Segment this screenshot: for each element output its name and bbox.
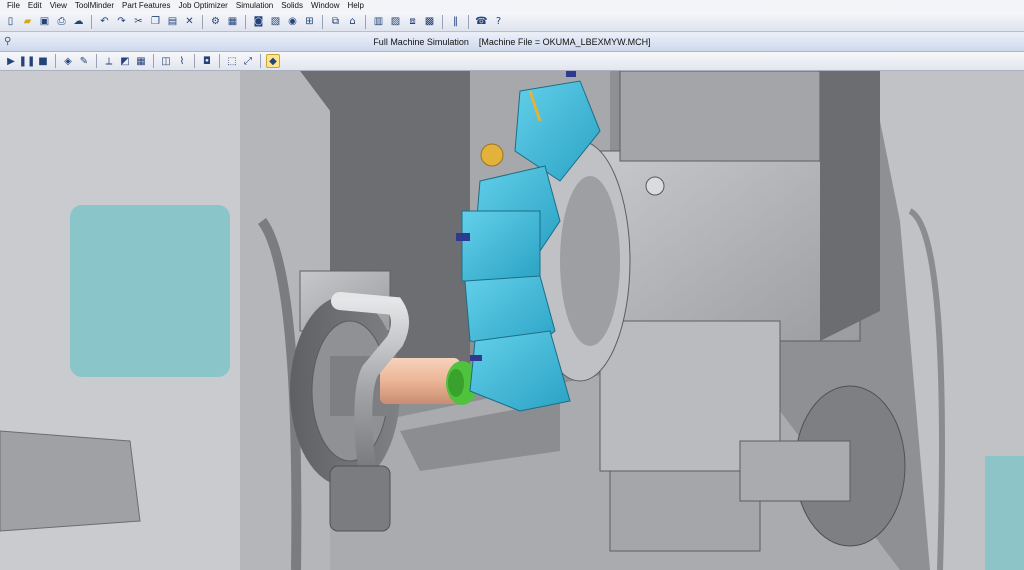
panel-icon[interactable]: ‖ (448, 14, 463, 29)
save-icon[interactable]: ▣ (37, 14, 52, 29)
machined-face (448, 369, 464, 397)
redo-icon[interactable]: ↷ (114, 14, 129, 29)
stop-icon[interactable]: ■ (36, 54, 50, 68)
pencil-icon[interactable]: ✎ (77, 54, 91, 68)
toolbar-divider (260, 54, 261, 68)
gear-icon[interactable]: ◙ (251, 14, 266, 29)
export-icon[interactable]: ▥ (371, 14, 386, 29)
tile-icon[interactable]: ▨ (388, 14, 403, 29)
split-icon[interactable]: ⧈ (405, 14, 420, 29)
help-icon[interactable]: ? (491, 14, 506, 29)
menu-simulation[interactable]: Simulation (232, 0, 277, 12)
simulation-viewport[interactable] (0, 71, 1024, 570)
coolant-nozzle-block (329, 465, 391, 532)
clamp-icon[interactable]: ◫ (159, 54, 173, 68)
toolbar-divider (442, 14, 443, 29)
collision-icon[interactable]: ◆ (266, 54, 280, 68)
view-switch-icon[interactable]: ▩ (422, 14, 437, 29)
grid-icon[interactable]: ⊞ (302, 14, 317, 29)
menu-job-optimizer[interactable]: Job Optimizer (175, 0, 232, 12)
section-icon[interactable]: ◩ (118, 54, 132, 68)
undo-icon[interactable]: ↶ (97, 14, 112, 29)
machine-3d-scene (0, 71, 1024, 570)
menu-bar: File Edit View ToolMinder Part Features … (0, 0, 1024, 12)
toolbar-divider (96, 54, 97, 68)
toolbar-divider (194, 54, 195, 68)
window-title: Full Machine Simulation [Machine File = … (0, 37, 1024, 47)
toolbar-divider (153, 54, 154, 68)
tools-icon[interactable]: ✕ (182, 14, 197, 29)
window-title-text: Full Machine Simulation (373, 37, 469, 47)
turret-column-side (820, 71, 880, 341)
right-window-glass (985, 456, 1024, 570)
table-icon[interactable]: ▦ (134, 54, 148, 68)
new-file-icon[interactable]: ▯ (3, 14, 18, 29)
play-icon[interactable]: ▶ (4, 54, 18, 68)
fit-icon[interactable]: ⤢ (241, 54, 255, 68)
paste-icon[interactable]: ▤ (165, 14, 180, 29)
tool-icon[interactable]: ⌇ (175, 54, 189, 68)
turret-base (609, 470, 761, 552)
print-icon[interactable]: ⎙ (54, 14, 69, 29)
turret-disk-inner (560, 176, 620, 346)
sub-spindle-body (739, 440, 851, 502)
door-window-glass (70, 205, 230, 377)
menu-toolminder[interactable]: ToolMinder (71, 0, 118, 12)
menu-solids[interactable]: Solids (277, 0, 307, 12)
camera-icon[interactable]: ◘ (200, 54, 214, 68)
housing-bolt (645, 176, 665, 196)
simulation-title-bar: ⚲ Full Machine Simulation [Machine File … (0, 33, 1024, 52)
menu-file[interactable]: File (3, 0, 24, 12)
open-folder-icon[interactable]: ▰ (20, 14, 35, 29)
machine-file-label: [Machine File = OKUMA_LBEXMYW.MCH] (478, 37, 651, 47)
phone-icon[interactable]: ☎ (474, 14, 489, 29)
measure-icon[interactable]: ⟂ (102, 54, 116, 68)
layers-icon[interactable]: ▧ (268, 14, 283, 29)
menu-edit[interactable]: Edit (24, 0, 46, 12)
menu-part-features[interactable]: Part Features (118, 0, 174, 12)
toolbar-divider (219, 54, 220, 68)
post-icon[interactable]: ▦ (225, 14, 240, 29)
main-toolbar: ▯ ▰ ▣ ⎙ ☁ ↶ ↷ ✂ ❐ ▤ ✕ ⚙ ▦ ◙ ▧ ◉ ⊞ ⧉ ⌂ ▥ … (0, 12, 1024, 32)
menu-help[interactable]: Help (343, 0, 367, 12)
copy-icon[interactable]: ❐ (148, 14, 163, 29)
turret-column (619, 71, 821, 162)
zoom-icon[interactable]: ⬚ (225, 54, 239, 68)
toolbar-divider (55, 54, 56, 68)
left-bracket (0, 430, 141, 532)
toolbar-divider (245, 14, 246, 29)
report-icon[interactable]: ⧉ (328, 14, 343, 29)
cascade-icon[interactable]: ⌂ (345, 14, 360, 29)
toolbar-divider (468, 14, 469, 29)
pause-icon[interactable]: ❚❚ (19, 54, 36, 68)
menu-window[interactable]: Window (307, 0, 343, 12)
toolbar-divider (322, 14, 323, 29)
toolbar-divider (202, 14, 203, 29)
menu-view[interactable]: View (46, 0, 71, 12)
machine-setup-icon[interactable]: ⚙ (208, 14, 223, 29)
cut-icon[interactable]: ✂ (131, 14, 146, 29)
view-3d-icon[interactable]: ◈ (61, 54, 75, 68)
toolbar-divider (91, 14, 92, 29)
toolbar-divider (365, 14, 366, 29)
window-icon[interactable]: ◉ (285, 14, 300, 29)
simulation-toolbar: ▶ ❚❚ ■ ◈ ✎ ⟂ ◩ ▦ ◫ ⌇ ◘ ⬚ ⤢ ◆ (0, 52, 1024, 71)
cloud-icon[interactable]: ☁ (71, 14, 86, 29)
